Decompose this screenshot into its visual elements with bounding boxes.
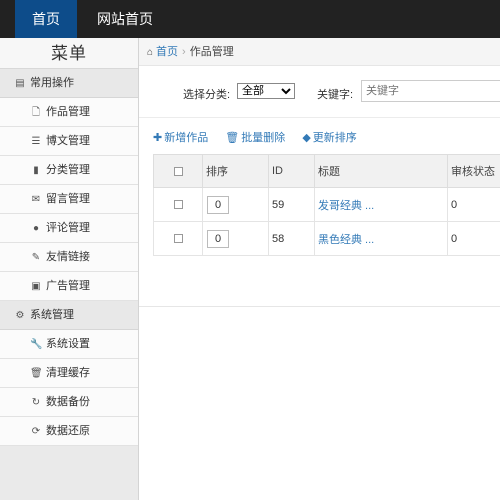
group-label: 系统管理 <box>30 309 74 321</box>
group-common-ops[interactable]: ▤ 常用操作 <box>0 69 138 98</box>
breadcrumb-current: 作品管理 <box>189 46 234 58</box>
action-bar: ✚ 新增作品 🗑 批量删除 ◆ 更新排序 <box>153 130 371 146</box>
keyword-input[interactable] <box>361 80 500 102</box>
filter-bar: 选择分类: 全部 关键字: <box>139 66 500 118</box>
link-icon: ✎ <box>31 252 41 263</box>
status-cell: 0 <box>447 187 500 222</box>
id-cell: 59 <box>268 187 315 222</box>
sidebar-item-ads[interactable]: ▣ 广告管理 <box>0 272 138 301</box>
sidebar-item-label: 作品管理 <box>46 106 90 118</box>
status-cell: 0 <box>447 221 500 256</box>
add-work-button[interactable]: ✚ 新增作品 <box>153 132 208 144</box>
backup-icon: ↻ <box>31 397 41 408</box>
sidebar-item-articles[interactable]: ☰ 博文管理 <box>0 127 138 156</box>
comment-icon: ● <box>32 223 40 234</box>
sidebar-item-comments[interactable]: ● 评论管理 <box>0 214 138 243</box>
sidebar-item-label: 留言管理 <box>46 193 90 205</box>
title-cell: 发哥经典 ... <box>314 187 448 222</box>
wrench-icon: 🔧 <box>30 339 43 350</box>
header-sort: 排序 <box>202 154 269 188</box>
article-icon: ☰ <box>31 136 41 147</box>
batch-delete-label: 批量删除 <box>241 132 286 144</box>
menu-title: 菜单 <box>0 38 138 69</box>
keyword-label: 关键字: <box>317 89 354 101</box>
restore-icon: ⟳ <box>31 426 41 437</box>
trash-icon: 🗑 <box>30 368 43 379</box>
group-label: 常用操作 <box>30 77 74 89</box>
category-select[interactable]: 全部 <box>237 83 295 99</box>
top-navbar: 首页 网站首页 <box>0 0 500 38</box>
sidebar-item-label: 数据备份 <box>46 396 90 408</box>
sidebar-item-label: 系统设置 <box>46 338 90 350</box>
header-status: 审核状态 <box>447 154 500 188</box>
table-header-row: 排序 ID 标题 审核状态 <box>153 154 500 188</box>
sidebar: 菜单 ▤ 常用操作 🗋 作品管理 ☰ 博文管理 ▮ 分类管理 ✉ 留言管理 ● 评论管理 ✎… <box>0 38 139 500</box>
sort-cell: 0 <box>202 221 269 256</box>
group-system[interactable]: ⚙ 系统管理 <box>0 301 138 330</box>
sidebar-item-label: 数据还原 <box>46 425 90 437</box>
breadcrumb-separator: › <box>182 46 186 58</box>
sort-cell: 0 <box>202 187 269 222</box>
row-checkbox[interactable] <box>173 234 183 244</box>
table-row: 0 58 黑色经典 ... 0 <box>153 221 500 256</box>
row-check-cell <box>153 187 203 222</box>
row-check-cell <box>153 221 203 256</box>
sidebar-item-label: 博文管理 <box>46 135 90 147</box>
nav-home[interactable]: 首页 <box>15 0 77 38</box>
row-checkbox[interactable] <box>173 200 183 210</box>
mail-icon: ✉ <box>31 194 41 205</box>
sidebar-item-categories[interactable]: ▮ 分类管理 <box>0 156 138 185</box>
batch-delete-button[interactable]: 🗑 批量删除 <box>225 132 285 144</box>
select-all-checkbox[interactable] <box>173 166 183 176</box>
sort-input[interactable]: 0 <box>207 229 229 248</box>
trash-icon: 🗑 <box>225 132 240 144</box>
nav-site-home[interactable]: 网站首页 <box>84 0 166 38</box>
plus-icon: ✚ <box>153 132 163 144</box>
gear-icon: ⚙ <box>15 310 25 321</box>
sidebar-item-clear-cache[interactable]: 🗑 清理缓存 <box>0 359 138 388</box>
tag-icon: ◆ <box>302 132 311 144</box>
sidebar-item-label: 友情链接 <box>46 251 90 263</box>
list-icon: ▤ <box>15 78 25 89</box>
image-icon: ▣ <box>31 281 41 292</box>
sort-input[interactable]: 0 <box>207 195 229 214</box>
divider <box>139 306 500 307</box>
sidebar-item-works[interactable]: 🗋 作品管理 <box>0 98 138 127</box>
category-icon: ▮ <box>33 165 39 176</box>
header-title: 标题 <box>314 154 448 188</box>
header-id: ID <box>268 154 315 188</box>
sidebar-item-settings[interactable]: 🔧 系统设置 <box>0 330 138 359</box>
file-icon: 🗋 <box>31 107 41 118</box>
sidebar-item-messages[interactable]: ✉ 留言管理 <box>0 185 138 214</box>
update-sort-button[interactable]: ◆ 更新排序 <box>302 132 356 144</box>
main-content: ⌂首页 ›作品管理 选择分类: 全部 关键字: ✚新增作品 🗑批量删除 ◆更新排序… <box>139 38 500 500</box>
category-label: 选择分类: <box>183 89 231 101</box>
sidebar-item-backup[interactable]: ↻ 数据备份 <box>0 388 138 417</box>
update-sort-label: 更新排序 <box>312 132 357 144</box>
title-link[interactable]: 黑色经典 ... <box>318 234 374 246</box>
breadcrumb-home-link[interactable]: 首页 <box>156 46 178 58</box>
title-link[interactable]: 发哥经典 ... <box>318 200 374 212</box>
home-icon: ⌂ <box>147 47 154 58</box>
title-cell: 黑色经典 ... <box>314 221 448 256</box>
breadcrumb: ⌂ 首页 › 作品管理 <box>139 38 500 66</box>
sidebar-item-restore[interactable]: ⟳ 数据还原 <box>0 417 138 446</box>
sidebar-item-label: 评论管理 <box>46 222 90 234</box>
sidebar-item-label: 广告管理 <box>46 280 90 292</box>
sidebar-item-label: 清理缓存 <box>46 367 90 379</box>
works-table: 排序 ID 标题 审核状态 0 59 发哥经典 ... 0 0 58 黑色经典 … <box>153 154 500 256</box>
select-all-cell <box>153 154 203 188</box>
sidebar-item-label: 分类管理 <box>46 164 90 176</box>
sidebar-item-links[interactable]: ✎ 友情链接 <box>0 243 138 272</box>
add-work-label: 新增作品 <box>164 132 209 144</box>
table-row: 0 59 发哥经典 ... 0 <box>153 187 500 222</box>
id-cell: 58 <box>268 221 315 256</box>
